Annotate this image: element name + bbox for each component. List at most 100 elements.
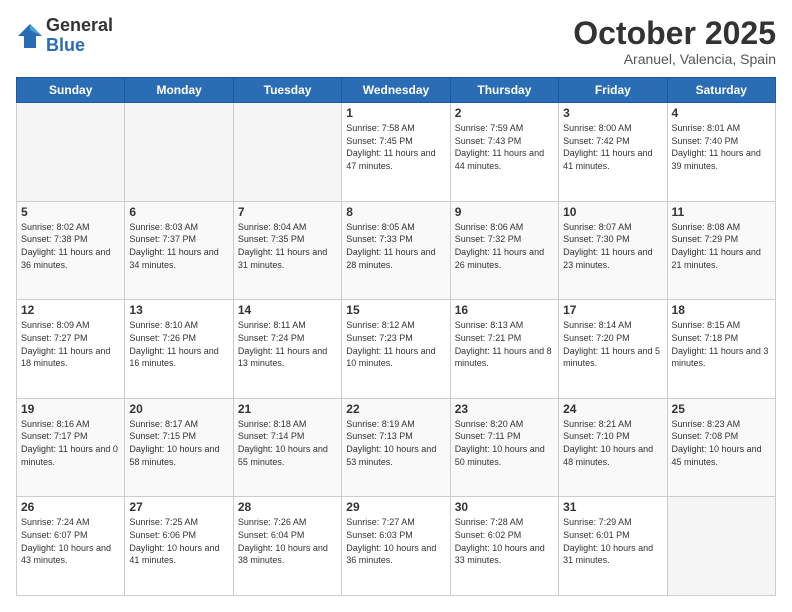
- calendar-week-2: 12Sunrise: 8:09 AM Sunset: 7:27 PM Dayli…: [17, 300, 776, 399]
- logo-general-text: General: [46, 16, 113, 36]
- day-number: 3: [563, 106, 662, 120]
- calendar-cell: 20 Sunrise: 8:17 AM Sunset: 7:15 PM Dayli…: [125, 398, 233, 497]
- day-info: Sunrise: 8:05 AM Sunset: 7:33 PM Dayligh…: [346, 221, 445, 271]
- logo-icon: [16, 22, 44, 50]
- calendar-cell: 29 Sunrise: 7:27 AM Sunset: 6:03 PM Dayli…: [342, 497, 450, 596]
- day-info: Sunrise: 8:10 AM Sunset: 7:26 PM Dayligh…: [129, 319, 228, 369]
- calendar-cell: 22 Sunrise: 8:19 AM Sunset: 7:13 PM Dayli…: [342, 398, 450, 497]
- header-thursday: Thursday: [450, 78, 558, 103]
- calendar-cell: 18 Sunrise: 8:15 AM Sunset: 7:18 PM Dayli…: [667, 300, 775, 399]
- calendar-cell: 21 Sunrise: 8:18 AM Sunset: 7:14 PM Dayli…: [233, 398, 341, 497]
- calendar-cell: 1Sunrise: 7:58 AM Sunset: 7:45 PM Daylig…: [342, 103, 450, 202]
- day-info: Sunrise: 8:01 AM Sunset: 7:40 PM Dayligh…: [672, 122, 771, 172]
- calendar-cell: 7 Sunrise: 8:04 AM Sunset: 7:35 PM Daylig…: [233, 201, 341, 300]
- weekday-header-row: Sunday Monday Tuesday Wednesday Thursday…: [17, 78, 776, 103]
- calendar-cell: 4 Sunrise: 8:01 AM Sunset: 7:40 PM Daylig…: [667, 103, 775, 202]
- day-info: Sunrise: 7:29 AM Sunset: 6:01 PM Dayligh…: [563, 516, 662, 566]
- logo-blue-text: Blue: [46, 36, 113, 56]
- day-info: Sunrise: 8:06 AM Sunset: 7:32 PM Dayligh…: [455, 221, 554, 271]
- day-info: Sunrise: 7:25 AM Sunset: 6:06 PM Dayligh…: [129, 516, 228, 566]
- day-info: Sunrise: 7:59 AM Sunset: 7:43 PM Dayligh…: [455, 122, 554, 172]
- calendar-cell: 14 Sunrise: 8:11 AM Sunset: 7:24 PM Dayli…: [233, 300, 341, 399]
- day-info: Sunrise: 8:18 AM Sunset: 7:14 PM Dayligh…: [238, 418, 337, 468]
- header-saturday: Saturday: [667, 78, 775, 103]
- calendar-cell: 25 Sunrise: 8:23 AM Sunset: 7:08 PM Dayli…: [667, 398, 775, 497]
- calendar-cell: 11 Sunrise: 8:08 AM Sunset: 7:29 PM Dayli…: [667, 201, 775, 300]
- day-info: Sunrise: 8:11 AM Sunset: 7:24 PM Dayligh…: [238, 319, 337, 369]
- day-number: 22: [346, 402, 445, 416]
- day-number: 7: [238, 205, 337, 219]
- day-number: 21: [238, 402, 337, 416]
- day-number: 23: [455, 402, 554, 416]
- calendar-cell: 15Sunrise: 8:12 AM Sunset: 7:23 PM Dayli…: [342, 300, 450, 399]
- day-number: 5: [21, 205, 120, 219]
- day-number: 17: [563, 303, 662, 317]
- day-number: 28: [238, 500, 337, 514]
- day-info: Sunrise: 8:04 AM Sunset: 7:35 PM Dayligh…: [238, 221, 337, 271]
- day-info: Sunrise: 8:03 AM Sunset: 7:37 PM Dayligh…: [129, 221, 228, 271]
- header: General Blue October 2025 Aranuel, Valen…: [16, 16, 776, 67]
- header-monday: Monday: [125, 78, 233, 103]
- day-number: 4: [672, 106, 771, 120]
- calendar-table: Sunday Monday Tuesday Wednesday Thursday…: [16, 77, 776, 596]
- calendar-cell: 23 Sunrise: 8:20 AM Sunset: 7:11 PM Dayli…: [450, 398, 558, 497]
- calendar-cell: 16Sunrise: 8:13 AM Sunset: 7:21 PM Dayli…: [450, 300, 558, 399]
- calendar-cell: 6 Sunrise: 8:03 AM Sunset: 7:37 PM Daylig…: [125, 201, 233, 300]
- calendar-cell: 8 Sunrise: 8:05 AM Sunset: 7:33 PM Daylig…: [342, 201, 450, 300]
- day-info: Sunrise: 8:02 AM Sunset: 7:38 PM Dayligh…: [21, 221, 120, 271]
- day-info: Sunrise: 8:07 AM Sunset: 7:30 PM Dayligh…: [563, 221, 662, 271]
- day-info: Sunrise: 7:27 AM Sunset: 6:03 PM Dayligh…: [346, 516, 445, 566]
- calendar-cell: [233, 103, 341, 202]
- day-info: Sunrise: 8:15 AM Sunset: 7:18 PM Dayligh…: [672, 319, 771, 369]
- calendar-cell: 27Sunrise: 7:25 AM Sunset: 6:06 PM Dayli…: [125, 497, 233, 596]
- calendar-cell: 9 Sunrise: 8:06 AM Sunset: 7:32 PM Daylig…: [450, 201, 558, 300]
- header-friday: Friday: [559, 78, 667, 103]
- day-number: 26: [21, 500, 120, 514]
- day-number: 18: [672, 303, 771, 317]
- day-info: Sunrise: 8:17 AM Sunset: 7:15 PM Dayligh…: [129, 418, 228, 468]
- day-number: 31: [563, 500, 662, 514]
- calendar-cell: 28 Sunrise: 7:26 AM Sunset: 6:04 PM Dayli…: [233, 497, 341, 596]
- day-number: 29: [346, 500, 445, 514]
- day-info: Sunrise: 8:21 AM Sunset: 7:10 PM Dayligh…: [563, 418, 662, 468]
- day-info: Sunrise: 8:20 AM Sunset: 7:11 PM Dayligh…: [455, 418, 554, 468]
- day-info: Sunrise: 8:12 AM Sunset: 7:23 PM Dayligh…: [346, 319, 445, 369]
- header-tuesday: Tuesday: [233, 78, 341, 103]
- calendar-cell: [125, 103, 233, 202]
- calendar-cell: 24 Sunrise: 8:21 AM Sunset: 7:10 PM Dayli…: [559, 398, 667, 497]
- calendar-cell: 2 Sunrise: 7:59 AM Sunset: 7:43 PM Daylig…: [450, 103, 558, 202]
- day-number: 30: [455, 500, 554, 514]
- day-number: 13: [129, 303, 228, 317]
- calendar-week-0: 1Sunrise: 7:58 AM Sunset: 7:45 PM Daylig…: [17, 103, 776, 202]
- day-number: 25: [672, 402, 771, 416]
- day-number: 14: [238, 303, 337, 317]
- day-info: Sunrise: 8:13 AM Sunset: 7:21 PM Dayligh…: [455, 319, 554, 369]
- day-number: 6: [129, 205, 228, 219]
- day-info: Sunrise: 8:08 AM Sunset: 7:29 PM Dayligh…: [672, 221, 771, 271]
- calendar-week-1: 5 Sunrise: 8:02 AM Sunset: 7:38 PM Daylig…: [17, 201, 776, 300]
- day-number: 2: [455, 106, 554, 120]
- title-block: October 2025 Aranuel, Valencia, Spain: [573, 16, 776, 67]
- day-info: Sunrise: 7:24 AM Sunset: 6:07 PM Dayligh…: [21, 516, 120, 566]
- day-number: 9: [455, 205, 554, 219]
- day-info: Sunrise: 7:28 AM Sunset: 6:02 PM Dayligh…: [455, 516, 554, 566]
- calendar-cell: [667, 497, 775, 596]
- calendar-cell: 10 Sunrise: 8:07 AM Sunset: 7:30 PM Dayli…: [559, 201, 667, 300]
- day-number: 8: [346, 205, 445, 219]
- day-info: Sunrise: 8:19 AM Sunset: 7:13 PM Dayligh…: [346, 418, 445, 468]
- day-info: Sunrise: 8:16 AM Sunset: 7:17 PM Dayligh…: [21, 418, 120, 468]
- day-number: 24: [563, 402, 662, 416]
- calendar-cell: 17Sunrise: 8:14 AM Sunset: 7:20 PM Dayli…: [559, 300, 667, 399]
- calendar-cell: 13 Sunrise: 8:10 AM Sunset: 7:26 PM Dayli…: [125, 300, 233, 399]
- day-number: 10: [563, 205, 662, 219]
- calendar-page: General Blue October 2025 Aranuel, Valen…: [0, 0, 792, 612]
- calendar-cell: 19Sunrise: 8:16 AM Sunset: 7:17 PM Dayli…: [17, 398, 125, 497]
- day-number: 11: [672, 205, 771, 219]
- day-info: Sunrise: 8:23 AM Sunset: 7:08 PM Dayligh…: [672, 418, 771, 468]
- calendar-cell: [17, 103, 125, 202]
- day-number: 12: [21, 303, 120, 317]
- header-wednesday: Wednesday: [342, 78, 450, 103]
- logo-text: General Blue: [46, 16, 113, 56]
- day-info: Sunrise: 7:26 AM Sunset: 6:04 PM Dayligh…: [238, 516, 337, 566]
- day-number: 20: [129, 402, 228, 416]
